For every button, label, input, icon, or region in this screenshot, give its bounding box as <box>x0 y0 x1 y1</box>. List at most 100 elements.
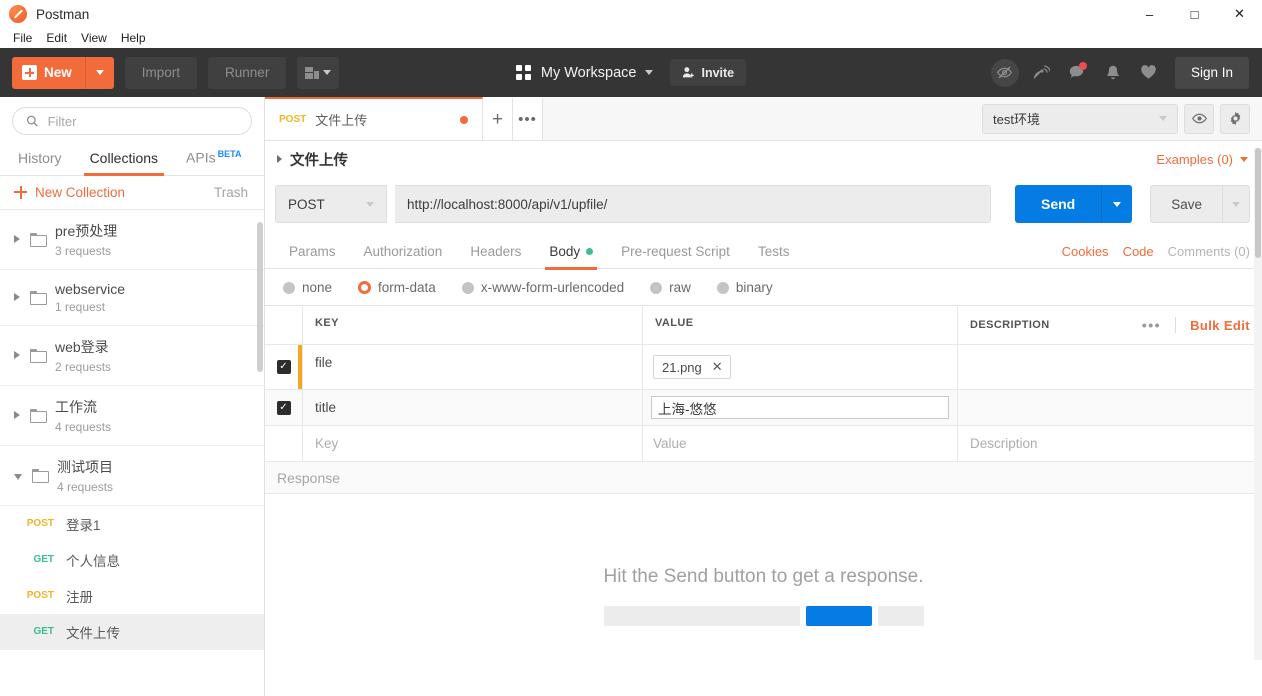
new-window-button[interactable] <box>297 56 340 89</box>
table-options-button[interactable]: ••• <box>1142 317 1161 333</box>
method-selector[interactable]: POST <box>275 185 387 223</box>
close-button[interactable]: ✕ <box>1217 0 1262 28</box>
request-item-login1[interactable]: POST 登录1 <box>0 506 264 542</box>
new-button-group: New <box>12 56 114 89</box>
sidebar-tab-collections[interactable]: Collections <box>76 144 172 176</box>
examples-dropdown[interactable]: Examples (0) <box>1156 152 1248 167</box>
menu-edit[interactable]: Edit <box>39 29 74 47</box>
request-item-fileupload[interactable]: GET 文件上传 <box>0 613 264 650</box>
tab-headers[interactable]: Headers <box>456 235 535 269</box>
placeholder-value[interactable]: Value <box>643 426 958 461</box>
request-item-register[interactable]: POST 注册 <box>0 578 264 614</box>
notifications-bubble-button[interactable] <box>1061 57 1093 89</box>
sidebar-tab-history[interactable]: History <box>4 144 76 175</box>
save-button[interactable]: Save <box>1150 185 1222 223</box>
body-type-raw[interactable]: raw <box>642 280 703 295</box>
row-key[interactable]: file <box>298 345 643 389</box>
row-checkbox[interactable]: ✓ <box>276 400 291 415</box>
runner-button[interactable]: Runner <box>208 56 287 89</box>
bulk-edit-link[interactable]: Bulk Edit <box>1190 318 1250 333</box>
row-description[interactable] <box>958 345 1262 389</box>
environment-quick-look-button[interactable] <box>1184 103 1214 134</box>
favorites-button[interactable] <box>1133 57 1165 89</box>
tab-authorization[interactable]: Authorization <box>350 235 457 269</box>
table-row[interactable]: ✓ file 21.png ✕ <box>265 345 1262 390</box>
collection-item-weblogin[interactable]: web登录 2 requests <box>0 326 264 386</box>
placeholder-key[interactable]: Key <box>303 426 643 461</box>
sync-status-button[interactable] <box>1025 57 1057 89</box>
manage-environments-button[interactable] <box>1220 103 1250 134</box>
body-type-urlencoded[interactable]: x-www-form-urlencoded <box>454 280 636 295</box>
add-tab-button[interactable]: + <box>483 97 513 140</box>
scrollbar-thumb[interactable] <box>1255 148 1261 258</box>
row-description[interactable] <box>958 390 1262 425</box>
code-link[interactable]: Code <box>1123 244 1154 259</box>
tab-body[interactable]: Body <box>535 235 607 270</box>
table-placeholder-row[interactable]: Key Value Description <box>265 426 1262 462</box>
url-input[interactable] <box>395 185 991 223</box>
body-type-binary-label: binary <box>735 280 773 295</box>
body-type-form-data[interactable]: form-data <box>350 280 448 295</box>
request-method: GET <box>33 626 54 638</box>
file-chip[interactable]: 21.png ✕ <box>653 355 731 379</box>
send-button[interactable]: Send <box>1014 185 1103 223</box>
request-item-profile[interactable]: GET 个人信息 <box>0 542 264 578</box>
menu-view[interactable]: View <box>74 29 114 47</box>
body-type-binary[interactable]: binary <box>709 280 785 295</box>
sign-in-button[interactable]: Sign In <box>1174 56 1249 89</box>
minimize-button[interactable]: – <box>1127 0 1172 28</box>
interceptor-button[interactable] <box>989 57 1021 89</box>
column-header-value: VALUE <box>643 306 958 344</box>
eye-icon <box>1191 113 1207 124</box>
close-icon[interactable]: ✕ <box>712 359 723 375</box>
menu-file[interactable]: File <box>6 29 39 47</box>
request-method: POST <box>26 590 54 602</box>
chevron-right-icon[interactable] <box>277 155 282 163</box>
tab-options-button[interactable]: ••• <box>513 97 543 140</box>
import-button[interactable]: Import <box>124 56 198 89</box>
sidebar-scrollbar-thumb[interactable] <box>257 222 263 372</box>
body-type-none[interactable]: none <box>275 280 344 295</box>
new-dropdown-button[interactable] <box>85 56 114 89</box>
environment-selector[interactable]: test环境 <box>982 103 1178 134</box>
row-value[interactable] <box>643 390 958 425</box>
menu-help[interactable]: Help <box>114 29 153 47</box>
response-empty-state: Hit the Send button to get a response. <box>265 494 1262 696</box>
filter-input[interactable] <box>47 113 238 129</box>
row-value[interactable]: 21.png ✕ <box>643 345 958 389</box>
new-button[interactable]: New <box>12 56 86 89</box>
tab-pre-request-script[interactable]: Pre-request Script <box>607 235 744 269</box>
workspace-label[interactable]: My Workspace <box>541 65 637 81</box>
collection-item-webservice[interactable]: webservice 1 request <box>0 270 264 326</box>
placeholder-description[interactable]: Description <box>958 426 1262 461</box>
filter-box[interactable] <box>12 107 252 135</box>
collection-item-workflow[interactable]: 工作流 4 requests <box>0 386 264 446</box>
new-window-icon <box>305 66 320 79</box>
folder-icon <box>30 291 47 306</box>
save-options-button[interactable] <box>1222 185 1250 223</box>
request-tab-fileupload[interactable]: POST 文件上传 <box>265 97 483 140</box>
tab-params[interactable]: Params <box>275 235 350 269</box>
invite-button[interactable]: Invite <box>670 59 747 86</box>
menu-bar: File Edit View Help <box>0 28 1262 48</box>
tab-tests[interactable]: Tests <box>744 235 804 269</box>
alerts-button[interactable] <box>1097 57 1129 89</box>
row-key[interactable]: title <box>303 390 643 425</box>
breadcrumb: 文件上传 Examples (0) <box>265 141 1262 177</box>
request-section-tabs: Params Authorization Headers Body Pre-re… <box>265 235 1262 270</box>
collection-item-pre[interactable]: pre预处理 3 requests <box>0 210 264 270</box>
new-collection-button[interactable]: New Collection <box>14 185 125 200</box>
table-row[interactable]: ✓ title <box>265 390 1262 426</box>
cookies-link[interactable]: Cookies <box>1062 244 1109 259</box>
send-options-button[interactable] <box>1102 185 1133 223</box>
maximize-button[interactable]: □ <box>1172 0 1217 28</box>
chevron-down-icon[interactable] <box>645 70 654 75</box>
collection-item-testproject[interactable]: 测试项目 4 requests <box>0 446 264 506</box>
window-controls: – □ ✕ <box>1127 0 1262 28</box>
content-scrollbar[interactable] <box>1254 148 1262 660</box>
sidebar-tab-apis[interactable]: APIs BETA <box>172 143 255 175</box>
row-value-input[interactable] <box>651 396 949 419</box>
row-checkbox[interactable]: ✓ <box>276 360 291 374</box>
comments-link[interactable]: Comments (0) <box>1168 244 1250 259</box>
trash-link[interactable]: Trash <box>214 185 248 200</box>
